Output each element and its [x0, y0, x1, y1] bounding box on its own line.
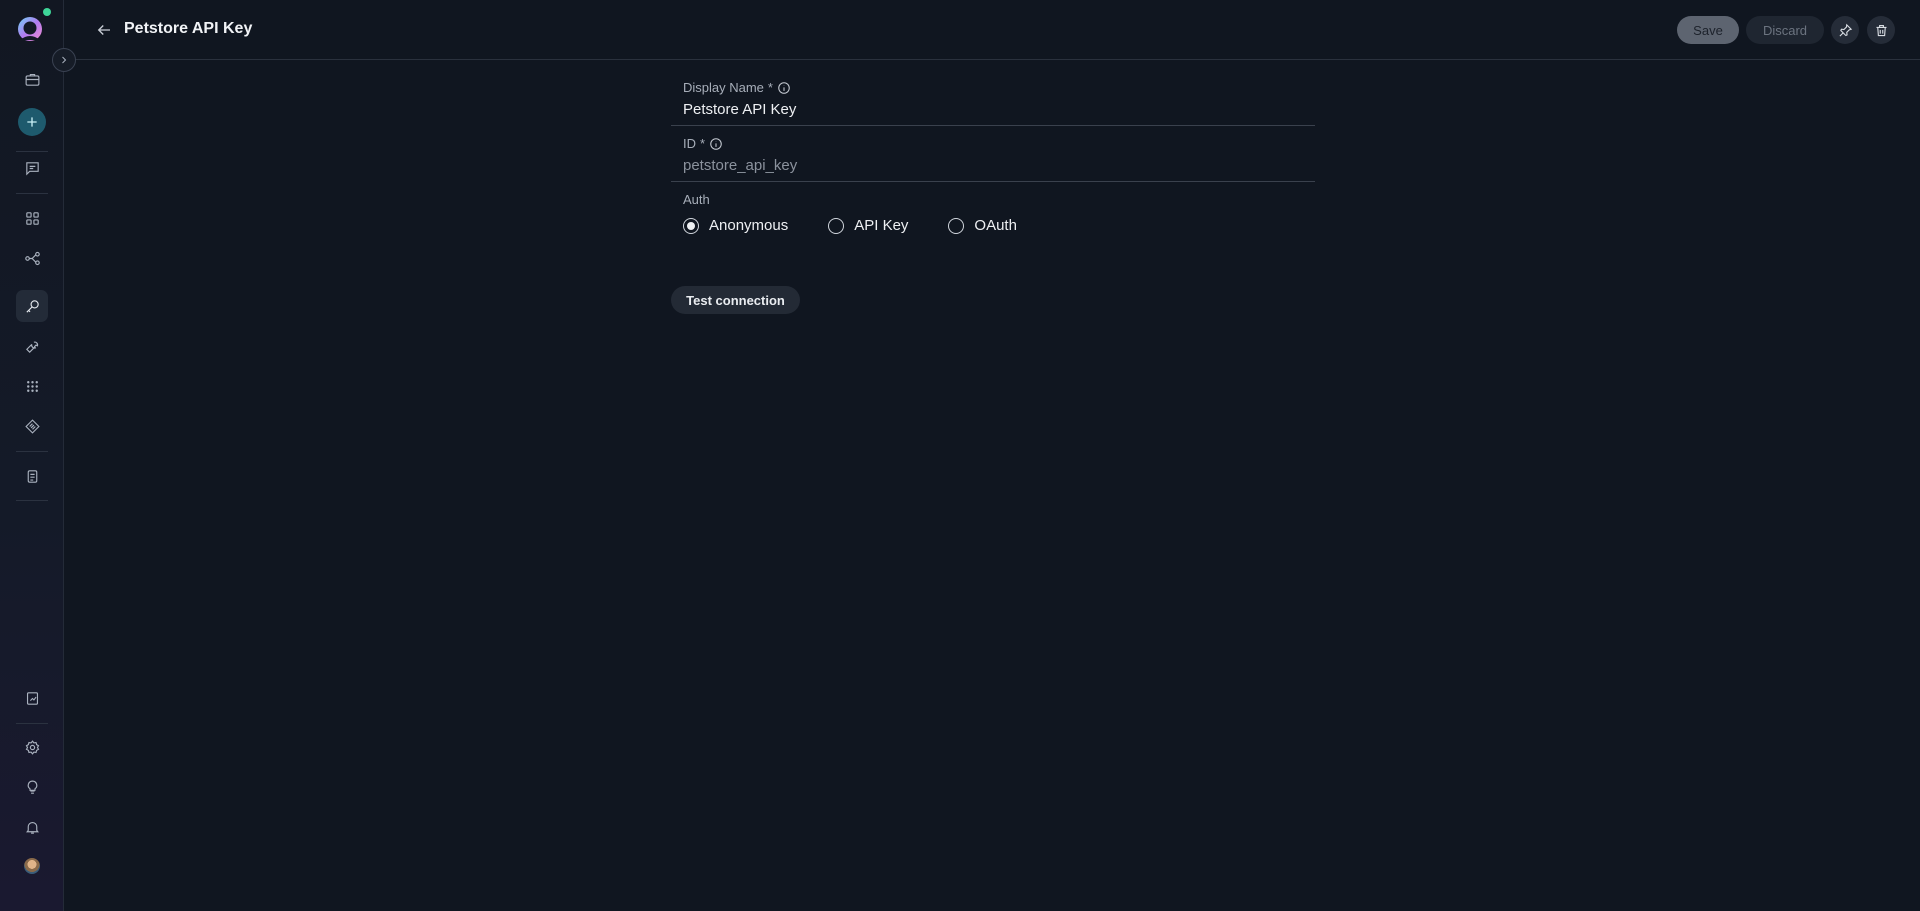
display-name-label-text: Display Name [683, 80, 764, 95]
clipboard-icon[interactable] [16, 460, 48, 492]
id-label-text: ID [683, 136, 696, 151]
page-header: Petstore API Key [64, 0, 1920, 60]
trash-icon[interactable] [1867, 16, 1895, 44]
sidebar [0, 0, 64, 911]
save-button[interactable]: Save [1677, 16, 1739, 44]
radio-button[interactable] [683, 217, 699, 234]
auth-radio-group: Anonymous API Key OAuth [671, 207, 1315, 234]
radio-button[interactable] [828, 217, 845, 234]
pin-icon[interactable] [1831, 16, 1859, 44]
radio-label: API Key [854, 217, 909, 234]
auth-label: Auth [683, 192, 710, 207]
id-label: ID * [683, 126, 1303, 151]
sidebar-divider [16, 451, 48, 452]
flow-icon[interactable] [16, 242, 48, 274]
avatar[interactable] [24, 858, 40, 874]
display-name-label: Display Name * [683, 70, 1303, 95]
test-connection-button[interactable]: Test connection [671, 286, 800, 314]
apps-icon[interactable] [16, 370, 48, 402]
radio-anonymous[interactable]: Anonymous [683, 217, 788, 234]
add-button[interactable] [18, 108, 46, 136]
bell-icon[interactable] [16, 811, 48, 843]
wrench-icon[interactable] [16, 330, 48, 362]
radio-label: Anonymous [709, 217, 789, 234]
display-name-field[interactable]: Display Name * Petstore API Key [671, 70, 1315, 126]
sidebar-toggle-button[interactable] [52, 48, 76, 72]
page-title: Petstore API Key [124, 20, 253, 37]
sidebar-divider [16, 723, 48, 724]
sidebar-divider [16, 500, 48, 501]
connection-form: Display Name * Petstore API Key ID * pet… [671, 70, 1315, 234]
radio-api-key[interactable]: API Key [828, 217, 908, 234]
required-mark: * [700, 136, 706, 151]
display-name-input[interactable]: Petstore API Key [683, 101, 1303, 121]
id-input[interactable]: petstore_api_key [683, 157, 1303, 177]
radio-oauth[interactable]: OAuth [948, 217, 1017, 234]
report-icon[interactable] [16, 682, 48, 714]
required-mark: * [767, 80, 773, 95]
chat-icon[interactable] [16, 152, 48, 184]
info-icon[interactable] [777, 81, 791, 95]
discard-button[interactable]: Discard [1746, 16, 1824, 44]
key-icon[interactable] [16, 290, 48, 322]
gear-icon[interactable] [16, 731, 48, 763]
app-root: Petstore API Key Save Discard Display Na… [0, 0, 1920, 911]
status-dot [43, 8, 51, 16]
lightbulb-icon[interactable] [16, 771, 48, 803]
tag-icon[interactable] [16, 410, 48, 442]
sidebar-divider [16, 193, 48, 194]
app-logo[interactable] [14, 14, 46, 46]
briefcase-icon[interactable] [16, 63, 48, 95]
radio-button[interactable] [948, 217, 965, 234]
back-arrow-icon[interactable] [92, 18, 116, 42]
info-icon[interactable] [709, 137, 723, 151]
grid-icon[interactable] [16, 202, 48, 234]
radio-label: OAuth [974, 217, 1017, 234]
id-field[interactable]: ID * petstore_api_key [671, 126, 1315, 182]
